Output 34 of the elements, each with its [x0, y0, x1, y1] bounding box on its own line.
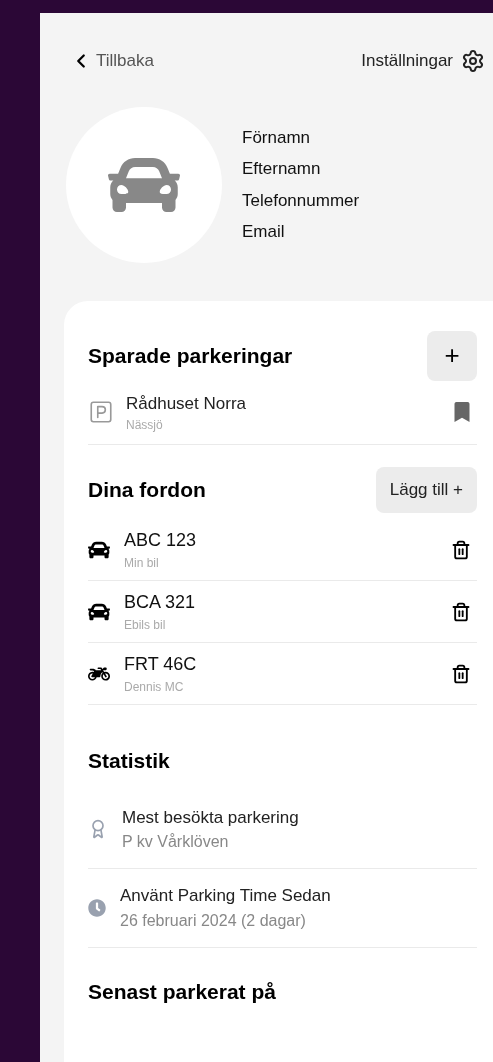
bookmark-icon[interactable] — [453, 402, 471, 423]
delete-button[interactable] — [451, 600, 471, 623]
delete-button[interactable] — [451, 662, 471, 685]
vehicle-label: Min bil — [124, 555, 160, 572]
parking-city: Nässjö — [126, 417, 164, 434]
stat-value: 26 februari 2024 (2 dagar) — [120, 910, 307, 931]
stat-label: Mest besökta parkering — [122, 806, 299, 829]
section-title: Dina fordon — [88, 477, 206, 504]
section-title: Sparade parkeringar — [88, 342, 293, 369]
profile-field: Förnamn — [242, 124, 360, 150]
vehicle-plate: BCA 321 — [124, 591, 197, 614]
profile-field: Telefonnummer — [242, 187, 360, 213]
settings-icon — [461, 48, 485, 73]
parking-name: Rådhuset Norra — [126, 392, 247, 415]
add-vehicle-button[interactable]: Lägg till + — [375, 467, 477, 513]
section-title: Statistik — [88, 748, 171, 774]
vehicle-plate: FRT 46C — [124, 653, 198, 676]
profile-field: Email — [242, 219, 360, 245]
vehicle-plate: ABC 123 — [124, 529, 198, 552]
vehicle-label: Dennis MC — [124, 679, 185, 696]
trash-icon — [451, 662, 471, 685]
parking-icon — [88, 399, 114, 426]
trash-icon — [451, 538, 471, 561]
clock-icon — [88, 898, 106, 917]
profile-field: Efternamn — [242, 156, 360, 182]
stat-value: P kv Vårklöven — [122, 832, 230, 852]
settings-button[interactable]: Inställningar — [361, 48, 485, 74]
back-button[interactable]: Tillbaka — [70, 48, 154, 74]
delete-button[interactable] — [451, 538, 471, 561]
vehicle-label: Ebils bil — [124, 617, 167, 634]
trash-icon — [451, 600, 471, 623]
add-button[interactable]: + — [427, 330, 477, 381]
section-title: Senast parkerat på — [88, 978, 277, 1005]
stat-label: Använt Parking Time Sedan — [120, 885, 331, 907]
